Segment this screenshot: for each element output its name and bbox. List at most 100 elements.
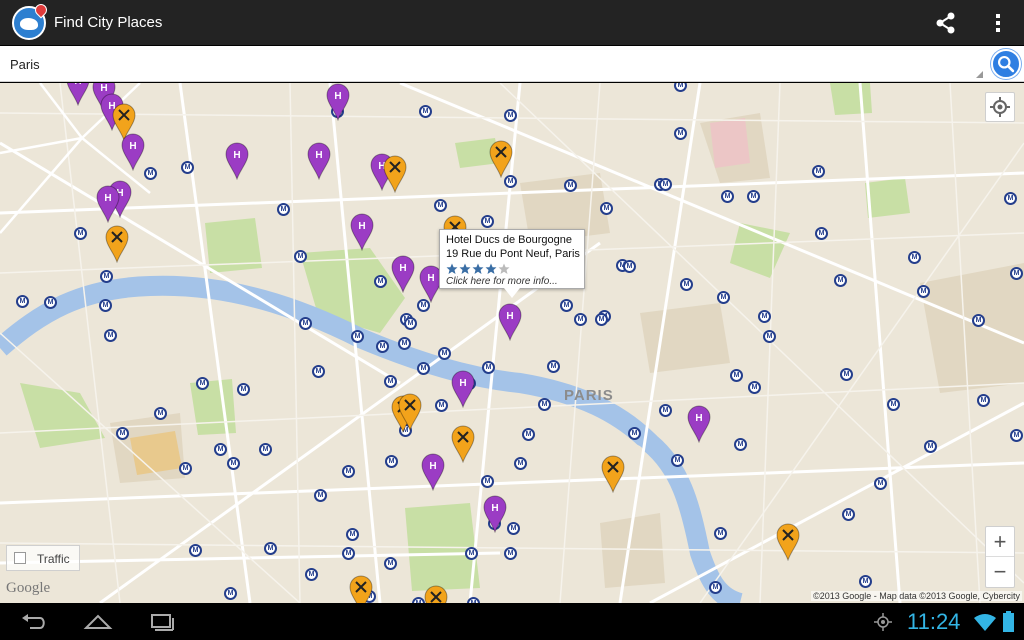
- metro-station-icon[interactable]: M: [419, 105, 432, 118]
- metro-station-icon[interactable]: M: [294, 250, 307, 263]
- metro-station-icon[interactable]: M: [342, 547, 355, 560]
- metro-station-icon[interactable]: M: [522, 428, 535, 441]
- metro-station-icon[interactable]: M: [504, 109, 517, 122]
- metro-station-icon[interactable]: M: [674, 127, 687, 140]
- more-info-link[interactable]: Click here for more info...: [446, 275, 578, 288]
- metro-station-icon[interactable]: M: [538, 398, 551, 411]
- metro-station-icon[interactable]: M: [227, 457, 240, 470]
- metro-station-icon[interactable]: M: [859, 575, 872, 588]
- metro-station-icon[interactable]: M: [398, 337, 411, 350]
- metro-station-icon[interactable]: M: [924, 440, 937, 453]
- metro-station-icon[interactable]: M: [560, 299, 573, 312]
- metro-station-icon[interactable]: M: [717, 291, 730, 304]
- hotel-marker-icon[interactable]: H: [66, 83, 90, 106]
- metro-station-icon[interactable]: M: [179, 462, 192, 475]
- search-input[interactable]: [4, 49, 986, 79]
- metro-station-icon[interactable]: M: [374, 275, 387, 288]
- metro-station-icon[interactable]: M: [547, 360, 560, 373]
- metro-station-icon[interactable]: M: [680, 278, 693, 291]
- metro-station-icon[interactable]: M: [351, 330, 364, 343]
- metro-station-icon[interactable]: M: [908, 251, 921, 264]
- metro-station-icon[interactable]: M: [404, 317, 417, 330]
- hotel-marker-icon[interactable]: H: [225, 142, 249, 180]
- metro-station-icon[interactable]: M: [628, 427, 641, 440]
- metro-station-icon[interactable]: M: [181, 161, 194, 174]
- metro-station-icon[interactable]: M: [1004, 192, 1017, 205]
- metro-station-icon[interactable]: M: [574, 313, 587, 326]
- metro-station-icon[interactable]: M: [659, 178, 672, 191]
- metro-station-icon[interactable]: M: [224, 587, 237, 600]
- metro-station-icon[interactable]: M: [346, 528, 359, 541]
- metro-station-icon[interactable]: M: [482, 361, 495, 374]
- my-location-button[interactable]: [985, 92, 1015, 122]
- metro-station-icon[interactable]: M: [434, 199, 447, 212]
- metro-station-icon[interactable]: M: [1010, 267, 1023, 280]
- metro-station-icon[interactable]: M: [887, 398, 900, 411]
- info-window[interactable]: Hotel Ducs de Bourgogne 19 Rue du Pont N…: [439, 229, 585, 298]
- restaurant-marker-icon[interactable]: [349, 575, 373, 603]
- hotel-marker-icon[interactable]: H: [326, 83, 350, 121]
- metro-station-icon[interactable]: M: [465, 547, 478, 560]
- metro-station-icon[interactable]: M: [514, 457, 527, 470]
- metro-station-icon[interactable]: M: [977, 394, 990, 407]
- metro-station-icon[interactable]: M: [314, 489, 327, 502]
- hotel-marker-icon[interactable]: H: [96, 185, 120, 223]
- hotel-marker-icon[interactable]: H: [350, 213, 374, 251]
- hotel-marker-icon[interactable]: H: [483, 495, 507, 533]
- home-icon[interactable]: [83, 612, 113, 632]
- metro-station-icon[interactable]: M: [144, 167, 157, 180]
- metro-station-icon[interactable]: M: [815, 227, 828, 240]
- metro-station-icon[interactable]: M: [100, 270, 113, 283]
- metro-station-icon[interactable]: M: [481, 215, 494, 228]
- metro-station-icon[interactable]: M: [376, 340, 389, 353]
- map-view[interactable]: PARIS M M M M M M M M M M M M M M M M M M M M M M M M M M M M M M M M M M…: [0, 83, 1024, 603]
- metro-station-icon[interactable]: M: [840, 368, 853, 381]
- metro-station-icon[interactable]: M: [277, 203, 290, 216]
- restaurant-marker-icon[interactable]: [105, 225, 129, 263]
- app-logo-icon[interactable]: [12, 1, 50, 40]
- metro-station-icon[interactable]: M: [763, 330, 776, 343]
- search-icon[interactable]: [991, 49, 1021, 79]
- metro-station-icon[interactable]: M: [214, 443, 227, 456]
- metro-station-icon[interactable]: M: [44, 296, 57, 309]
- metro-station-icon[interactable]: M: [600, 202, 613, 215]
- metro-station-icon[interactable]: M: [312, 365, 325, 378]
- metro-station-icon[interactable]: M: [842, 508, 855, 521]
- metro-station-icon[interactable]: M: [595, 313, 608, 326]
- metro-station-icon[interactable]: M: [671, 454, 684, 467]
- metro-station-icon[interactable]: M: [748, 381, 761, 394]
- metro-station-icon[interactable]: M: [237, 383, 250, 396]
- metro-station-icon[interactable]: M: [623, 260, 636, 273]
- metro-station-icon[interactable]: M: [264, 542, 277, 555]
- traffic-toggle[interactable]: Traffic: [6, 545, 80, 571]
- restaurant-marker-icon[interactable]: [489, 140, 513, 178]
- metro-station-icon[interactable]: M: [385, 455, 398, 468]
- restaurant-marker-icon[interactable]: [383, 155, 407, 193]
- metro-station-icon[interactable]: M: [74, 227, 87, 240]
- metro-station-icon[interactable]: M: [16, 295, 29, 308]
- metro-station-icon[interactable]: M: [384, 375, 397, 388]
- hotel-marker-icon[interactable]: H: [307, 142, 331, 180]
- metro-station-icon[interactable]: M: [758, 310, 771, 323]
- hotel-marker-icon[interactable]: H: [498, 303, 522, 341]
- restaurant-marker-icon[interactable]: [424, 585, 448, 603]
- hotel-marker-icon[interactable]: H: [421, 453, 445, 491]
- metro-station-icon[interactable]: M: [299, 317, 312, 330]
- metro-station-icon[interactable]: M: [116, 427, 129, 440]
- metro-station-icon[interactable]: M: [659, 404, 672, 417]
- metro-station-icon[interactable]: M: [834, 274, 847, 287]
- metro-station-icon[interactable]: M: [481, 475, 494, 488]
- share-icon[interactable]: [932, 9, 960, 37]
- metro-station-icon[interactable]: M: [917, 285, 930, 298]
- hotel-marker-icon[interactable]: H: [391, 255, 415, 293]
- metro-station-icon[interactable]: M: [259, 443, 272, 456]
- metro-station-icon[interactable]: M: [305, 568, 318, 581]
- metro-station-icon[interactable]: M: [196, 377, 209, 390]
- recent-apps-icon[interactable]: [148, 612, 176, 632]
- metro-station-icon[interactable]: M: [874, 477, 887, 490]
- metro-station-icon[interactable]: M: [504, 547, 517, 560]
- metro-station-icon[interactable]: M: [104, 329, 117, 342]
- metro-station-icon[interactable]: M: [154, 407, 167, 420]
- restaurant-marker-icon[interactable]: [601, 455, 625, 493]
- metro-station-icon[interactable]: M: [812, 165, 825, 178]
